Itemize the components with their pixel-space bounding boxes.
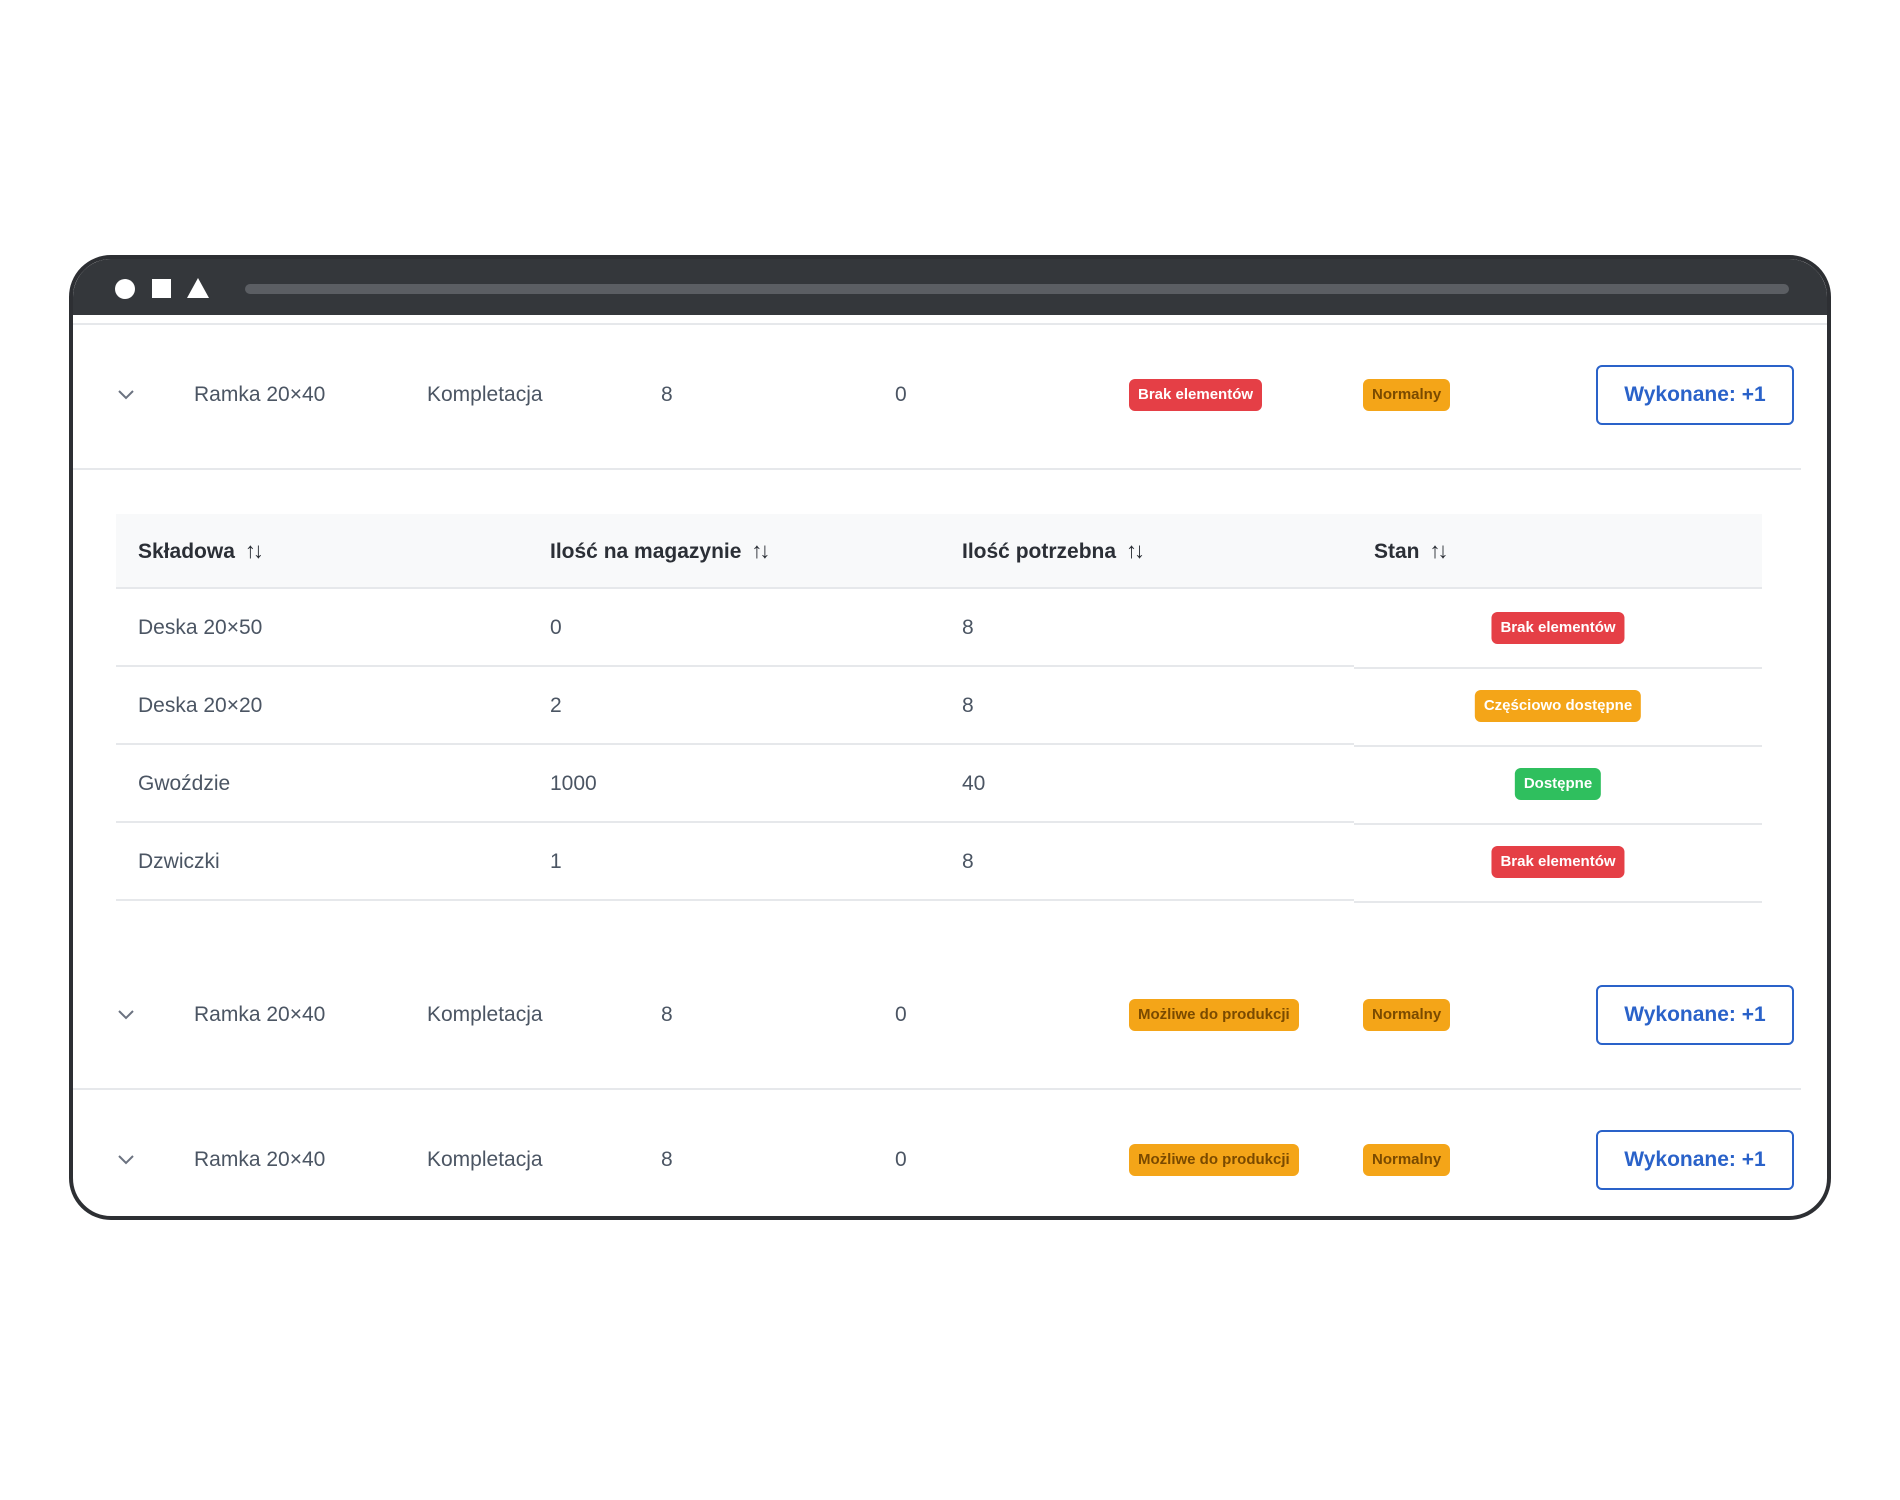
status-badge: Możliwe do produkcji bbox=[1129, 1144, 1299, 1176]
order-type: Kompletacja bbox=[427, 383, 543, 406]
column-header-component[interactable]: Składowa ↑↓ bbox=[138, 538, 264, 564]
order-done: 0 bbox=[895, 1148, 907, 1171]
status-badge: Brak elementów bbox=[1129, 379, 1263, 411]
component-name: Deska 20×50 bbox=[138, 616, 263, 639]
window-titlebar bbox=[73, 259, 1827, 315]
sort-icon[interactable]: ↑↓ bbox=[1430, 538, 1449, 563]
done-increment-button[interactable]: Wykonane: +1 bbox=[1596, 365, 1794, 425]
page-content: Ramka 20×40 Kompletacja 8 0 Brak element… bbox=[73, 315, 1827, 1216]
chevron-down-icon[interactable] bbox=[117, 1009, 135, 1021]
square-icon bbox=[152, 279, 171, 298]
table-row: Deska 20×20 2 8 Częściowo dostępne bbox=[116, 667, 1762, 747]
state-badge: Brak elementów bbox=[1491, 846, 1625, 878]
component-needed: 8 bbox=[962, 850, 974, 873]
component-needed: 8 bbox=[962, 616, 974, 639]
browser-window: Ramka 20×40 Kompletacja 8 0 Brak element… bbox=[69, 255, 1831, 1220]
column-header-stock[interactable]: Ilość na magazynie ↑↓ bbox=[550, 538, 770, 564]
component-stock: 1000 bbox=[550, 772, 597, 795]
order-name: Ramka 20×40 bbox=[194, 383, 326, 406]
table-row: Deska 20×50 0 8 Brak elementów bbox=[116, 589, 1762, 669]
status-badge: Możliwe do produkcji bbox=[1129, 999, 1299, 1031]
triangle-icon bbox=[187, 278, 209, 298]
sort-icon[interactable]: ↑↓ bbox=[1126, 538, 1145, 563]
order-quantity: 8 bbox=[661, 383, 673, 406]
order-done: 0 bbox=[895, 1003, 907, 1026]
table-header: Składowa ↑↓ Ilość na magazynie ↑↓ Ilość po… bbox=[116, 514, 1762, 589]
table-row: Dzwiczki 1 8 Brak elementów bbox=[116, 823, 1762, 903]
done-increment-button[interactable]: Wykonane: +1 bbox=[1596, 985, 1794, 1045]
state-badge: Częściowo dostępne bbox=[1474, 690, 1642, 722]
component-stock: 0 bbox=[550, 616, 562, 639]
chevron-down-icon[interactable] bbox=[117, 389, 135, 401]
order-type: Kompletacja bbox=[427, 1148, 543, 1171]
order-name: Ramka 20×40 bbox=[194, 1003, 326, 1026]
component-needed: 40 bbox=[962, 772, 986, 795]
component-name: Dzwiczki bbox=[138, 850, 220, 873]
component-name: Gwoździe bbox=[138, 772, 231, 795]
chevron-down-icon[interactable] bbox=[117, 1154, 135, 1166]
column-header-state[interactable]: Stan ↑↓ bbox=[1374, 538, 1449, 564]
state-badge: Brak elementów bbox=[1491, 612, 1625, 644]
order-row[interactable]: Ramka 20×40 Kompletacja 8 0 Możliwe do p… bbox=[73, 945, 1827, 1085]
table-row: Gwoździe 1000 40 Dostępne bbox=[116, 745, 1762, 825]
priority-badge: Normalny bbox=[1363, 1144, 1451, 1176]
circle-icon bbox=[115, 279, 135, 299]
order-quantity: 8 bbox=[661, 1148, 673, 1171]
component-name: Deska 20×20 bbox=[138, 694, 263, 717]
priority-badge: Normalny bbox=[1363, 379, 1451, 411]
divider bbox=[73, 468, 1801, 470]
component-stock: 2 bbox=[550, 694, 562, 717]
order-row[interactable]: Ramka 20×40 Kompletacja 8 0 Możliwe do p… bbox=[73, 1090, 1827, 1216]
column-header-needed[interactable]: Ilość potrzebna ↑↓ bbox=[962, 538, 1145, 564]
order-row[interactable]: Ramka 20×40 Kompletacja 8 0 Brak element… bbox=[73, 325, 1827, 465]
priority-badge: Normalny bbox=[1363, 999, 1451, 1031]
order-name: Ramka 20×40 bbox=[194, 1148, 326, 1171]
component-needed: 8 bbox=[962, 694, 974, 717]
order-type: Kompletacja bbox=[427, 1003, 543, 1026]
address-bar[interactable] bbox=[245, 284, 1789, 294]
done-increment-button[interactable]: Wykonane: +1 bbox=[1596, 1130, 1794, 1190]
component-stock: 1 bbox=[550, 850, 562, 873]
order-done: 0 bbox=[895, 383, 907, 406]
sort-icon[interactable]: ↑↓ bbox=[245, 538, 264, 563]
order-quantity: 8 bbox=[661, 1003, 673, 1026]
state-badge: Dostępne bbox=[1514, 768, 1602, 800]
sort-icon[interactable]: ↑↓ bbox=[751, 538, 770, 563]
